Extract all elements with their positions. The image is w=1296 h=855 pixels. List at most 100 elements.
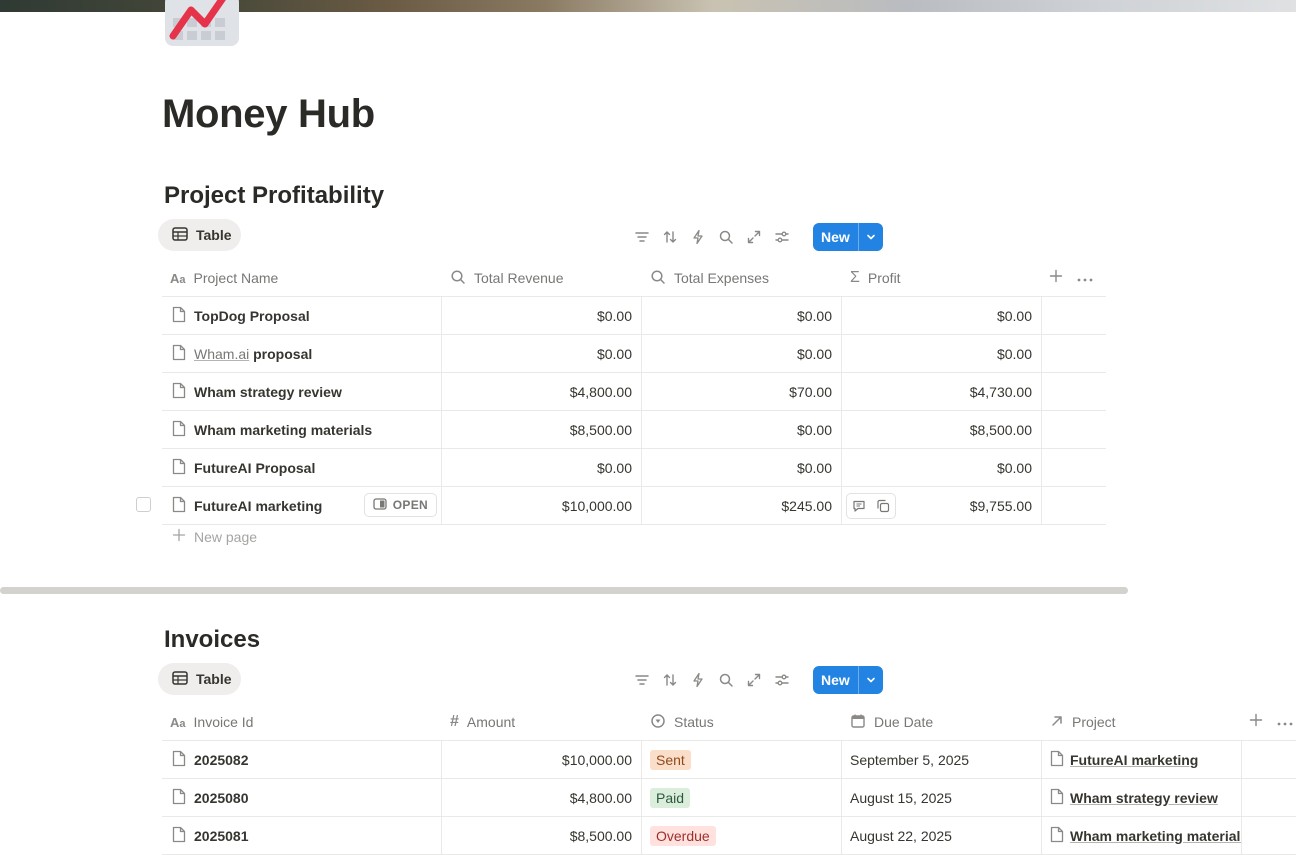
view-tab-label: Table <box>196 671 232 687</box>
due-date[interactable]: September 5, 2025 <box>842 741 1042 778</box>
profitability-title[interactable]: Project Profitability <box>164 182 384 210</box>
profit[interactable]: $8,500.00 <box>842 411 1042 448</box>
table-row[interactable]: 2025081 $8,500.00 Overdue August 22, 202… <box>162 817 1296 855</box>
settings-sliders-icon[interactable] <box>768 223 796 251</box>
invoice-id[interactable]: 2025082 <box>194 752 249 768</box>
total-revenue[interactable]: $4,800.00 <box>442 373 642 410</box>
status-badge[interactable]: Overdue <box>650 825 716 846</box>
column-header-total-expenses[interactable]: Total Expenses <box>642 260 842 296</box>
more-options-icon[interactable] <box>1077 269 1093 287</box>
invoice-id[interactable]: 2025080 <box>194 790 249 806</box>
search-icon[interactable] <box>712 666 740 694</box>
column-header-status[interactable]: Status <box>642 704 842 740</box>
total-expenses[interactable]: $0.00 <box>642 297 842 334</box>
amount[interactable]: $4,800.00 <box>442 779 642 816</box>
sort-icon[interactable] <box>656 666 684 694</box>
column-header-profit[interactable]: Σ Profit <box>842 260 1042 296</box>
column-header-project-name[interactable]: Aa Project Name <box>162 260 442 296</box>
plus-icon <box>172 528 186 545</box>
profit[interactable]: $0.00 <box>842 335 1042 372</box>
project-name[interactable]: FutureAI Proposal <box>194 460 315 476</box>
profit[interactable]: $9,755.00 <box>970 498 1032 514</box>
total-expenses[interactable]: $70.00 <box>642 373 842 410</box>
total-revenue[interactable]: $0.00 <box>442 449 642 486</box>
automation-bolt-icon[interactable] <box>684 666 712 694</box>
column-header-amount[interactable]: # Amount <box>442 704 642 740</box>
new-page-button[interactable]: New page <box>172 528 257 545</box>
table-row[interactable]: 2025080 $4,800.00 Paid August 15, 2025 W… <box>162 779 1296 817</box>
total-expenses[interactable]: $0.00 <box>642 335 842 372</box>
project-name[interactable]: FutureAI marketing <box>194 498 322 514</box>
table-row[interactable]: FutureAI Proposal $0.00 $0.00 $0.00 <box>162 449 1106 487</box>
due-date[interactable]: August 15, 2025 <box>842 779 1042 816</box>
profitability-table: Aa Project Name Total Revenue Total Expe… <box>136 260 1106 525</box>
copy-icon[interactable] <box>871 494 895 518</box>
invoices-table: Aa Invoice Id # Amount Status Due Date P… <box>162 704 1296 855</box>
inline-link[interactable]: Wham.ai <box>194 346 249 362</box>
project-relation-link[interactable]: Wham marketing materials <box>1050 826 1241 846</box>
amount[interactable]: $8,500.00 <box>442 817 642 854</box>
column-header-invoice-id[interactable]: Aa Invoice Id <box>162 704 442 740</box>
profitability-view-tab[interactable]: Table <box>158 219 241 251</box>
total-revenue[interactable]: $0.00 <box>442 335 642 372</box>
total-expenses[interactable]: $245.00 <box>642 487 842 524</box>
total-expenses[interactable]: $0.00 <box>642 411 842 448</box>
profit[interactable]: $4,730.00 <box>842 373 1042 410</box>
status-badge[interactable]: Sent <box>650 749 691 770</box>
total-revenue[interactable]: $8,500.00 <box>442 411 642 448</box>
expand-icon[interactable] <box>740 223 768 251</box>
profitability-new-button[interactable]: New <box>813 223 883 251</box>
invoices-title[interactable]: Invoices <box>164 626 260 654</box>
chart-increasing-icon[interactable] <box>163 0 241 46</box>
table-row-hovered[interactable]: FutureAI marketing OPEN $10,000.00 $245.… <box>136 487 1106 525</box>
status-badge[interactable]: Paid <box>650 787 691 808</box>
profit[interactable]: $0.00 <box>842 449 1042 486</box>
row-select-checkbox[interactable] <box>136 497 151 512</box>
chevron-down-icon[interactable] <box>857 223 883 251</box>
sort-icon[interactable] <box>656 223 684 251</box>
table-row[interactable]: Wham.ai proposal $0.00 $0.00 $0.00 <box>162 335 1106 373</box>
table-row[interactable]: 2025082 $10,000.00 Sent September 5, 202… <box>162 741 1296 779</box>
project-name[interactable]: TopDog Proposal <box>194 308 310 324</box>
settings-sliders-icon[interactable] <box>768 666 796 694</box>
amount[interactable]: $10,000.00 <box>442 741 642 778</box>
relation-arrow-icon <box>1050 714 1064 731</box>
page-icon <box>1050 788 1064 808</box>
project-relation-link[interactable]: FutureAI marketing <box>1050 750 1198 770</box>
chevron-down-icon[interactable] <box>857 666 883 694</box>
profit[interactable]: $0.00 <box>842 297 1042 334</box>
invoice-id[interactable]: 2025081 <box>194 828 249 844</box>
total-expenses[interactable]: $0.00 <box>642 449 842 486</box>
total-revenue[interactable]: $0.00 <box>442 297 642 334</box>
table-row[interactable]: TopDog Proposal $0.00 $0.00 $0.00 <box>162 297 1106 335</box>
page-icon <box>172 458 186 478</box>
invoices-new-button[interactable]: New <box>813 666 883 694</box>
project-name[interactable]: Wham.ai proposal <box>194 346 312 362</box>
comment-icon[interactable] <box>847 494 871 518</box>
project-relation-link[interactable]: Wham strategy review <box>1050 788 1218 808</box>
project-name[interactable]: Wham strategy review <box>194 384 342 400</box>
rollup-search-icon <box>450 269 466 288</box>
filter-icon[interactable] <box>628 223 656 251</box>
table-row[interactable]: Wham strategy review $4,800.00 $70.00 $4… <box>162 373 1106 411</box>
project-name[interactable]: Wham marketing materials <box>194 422 372 438</box>
column-header-project[interactable]: Project <box>1042 704 1242 740</box>
page-title: Money Hub <box>162 92 375 136</box>
more-options-icon[interactable] <box>1277 713 1293 731</box>
formula-sigma-icon: Σ <box>850 269 860 286</box>
column-header-total-revenue[interactable]: Total Revenue <box>442 260 642 296</box>
add-property-icon[interactable] <box>1249 713 1263 732</box>
horizontal-scrollbar[interactable] <box>0 587 1128 594</box>
due-date[interactable]: August 22, 2025 <box>842 817 1042 854</box>
search-icon[interactable] <box>712 223 740 251</box>
add-property-icon[interactable] <box>1049 269 1063 288</box>
column-header-due-date[interactable]: Due Date <box>842 704 1042 740</box>
total-revenue[interactable]: $10,000.00 <box>442 487 642 524</box>
invoices-view-tab[interactable]: Table <box>158 663 241 695</box>
table-header: Aa Project Name Total Revenue Total Expe… <box>162 260 1106 297</box>
filter-icon[interactable] <box>628 666 656 694</box>
table-row[interactable]: Wham marketing materials $8,500.00 $0.00… <box>162 411 1106 449</box>
open-page-button[interactable]: OPEN <box>363 493 437 517</box>
expand-icon[interactable] <box>740 666 768 694</box>
automation-bolt-icon[interactable] <box>684 223 712 251</box>
